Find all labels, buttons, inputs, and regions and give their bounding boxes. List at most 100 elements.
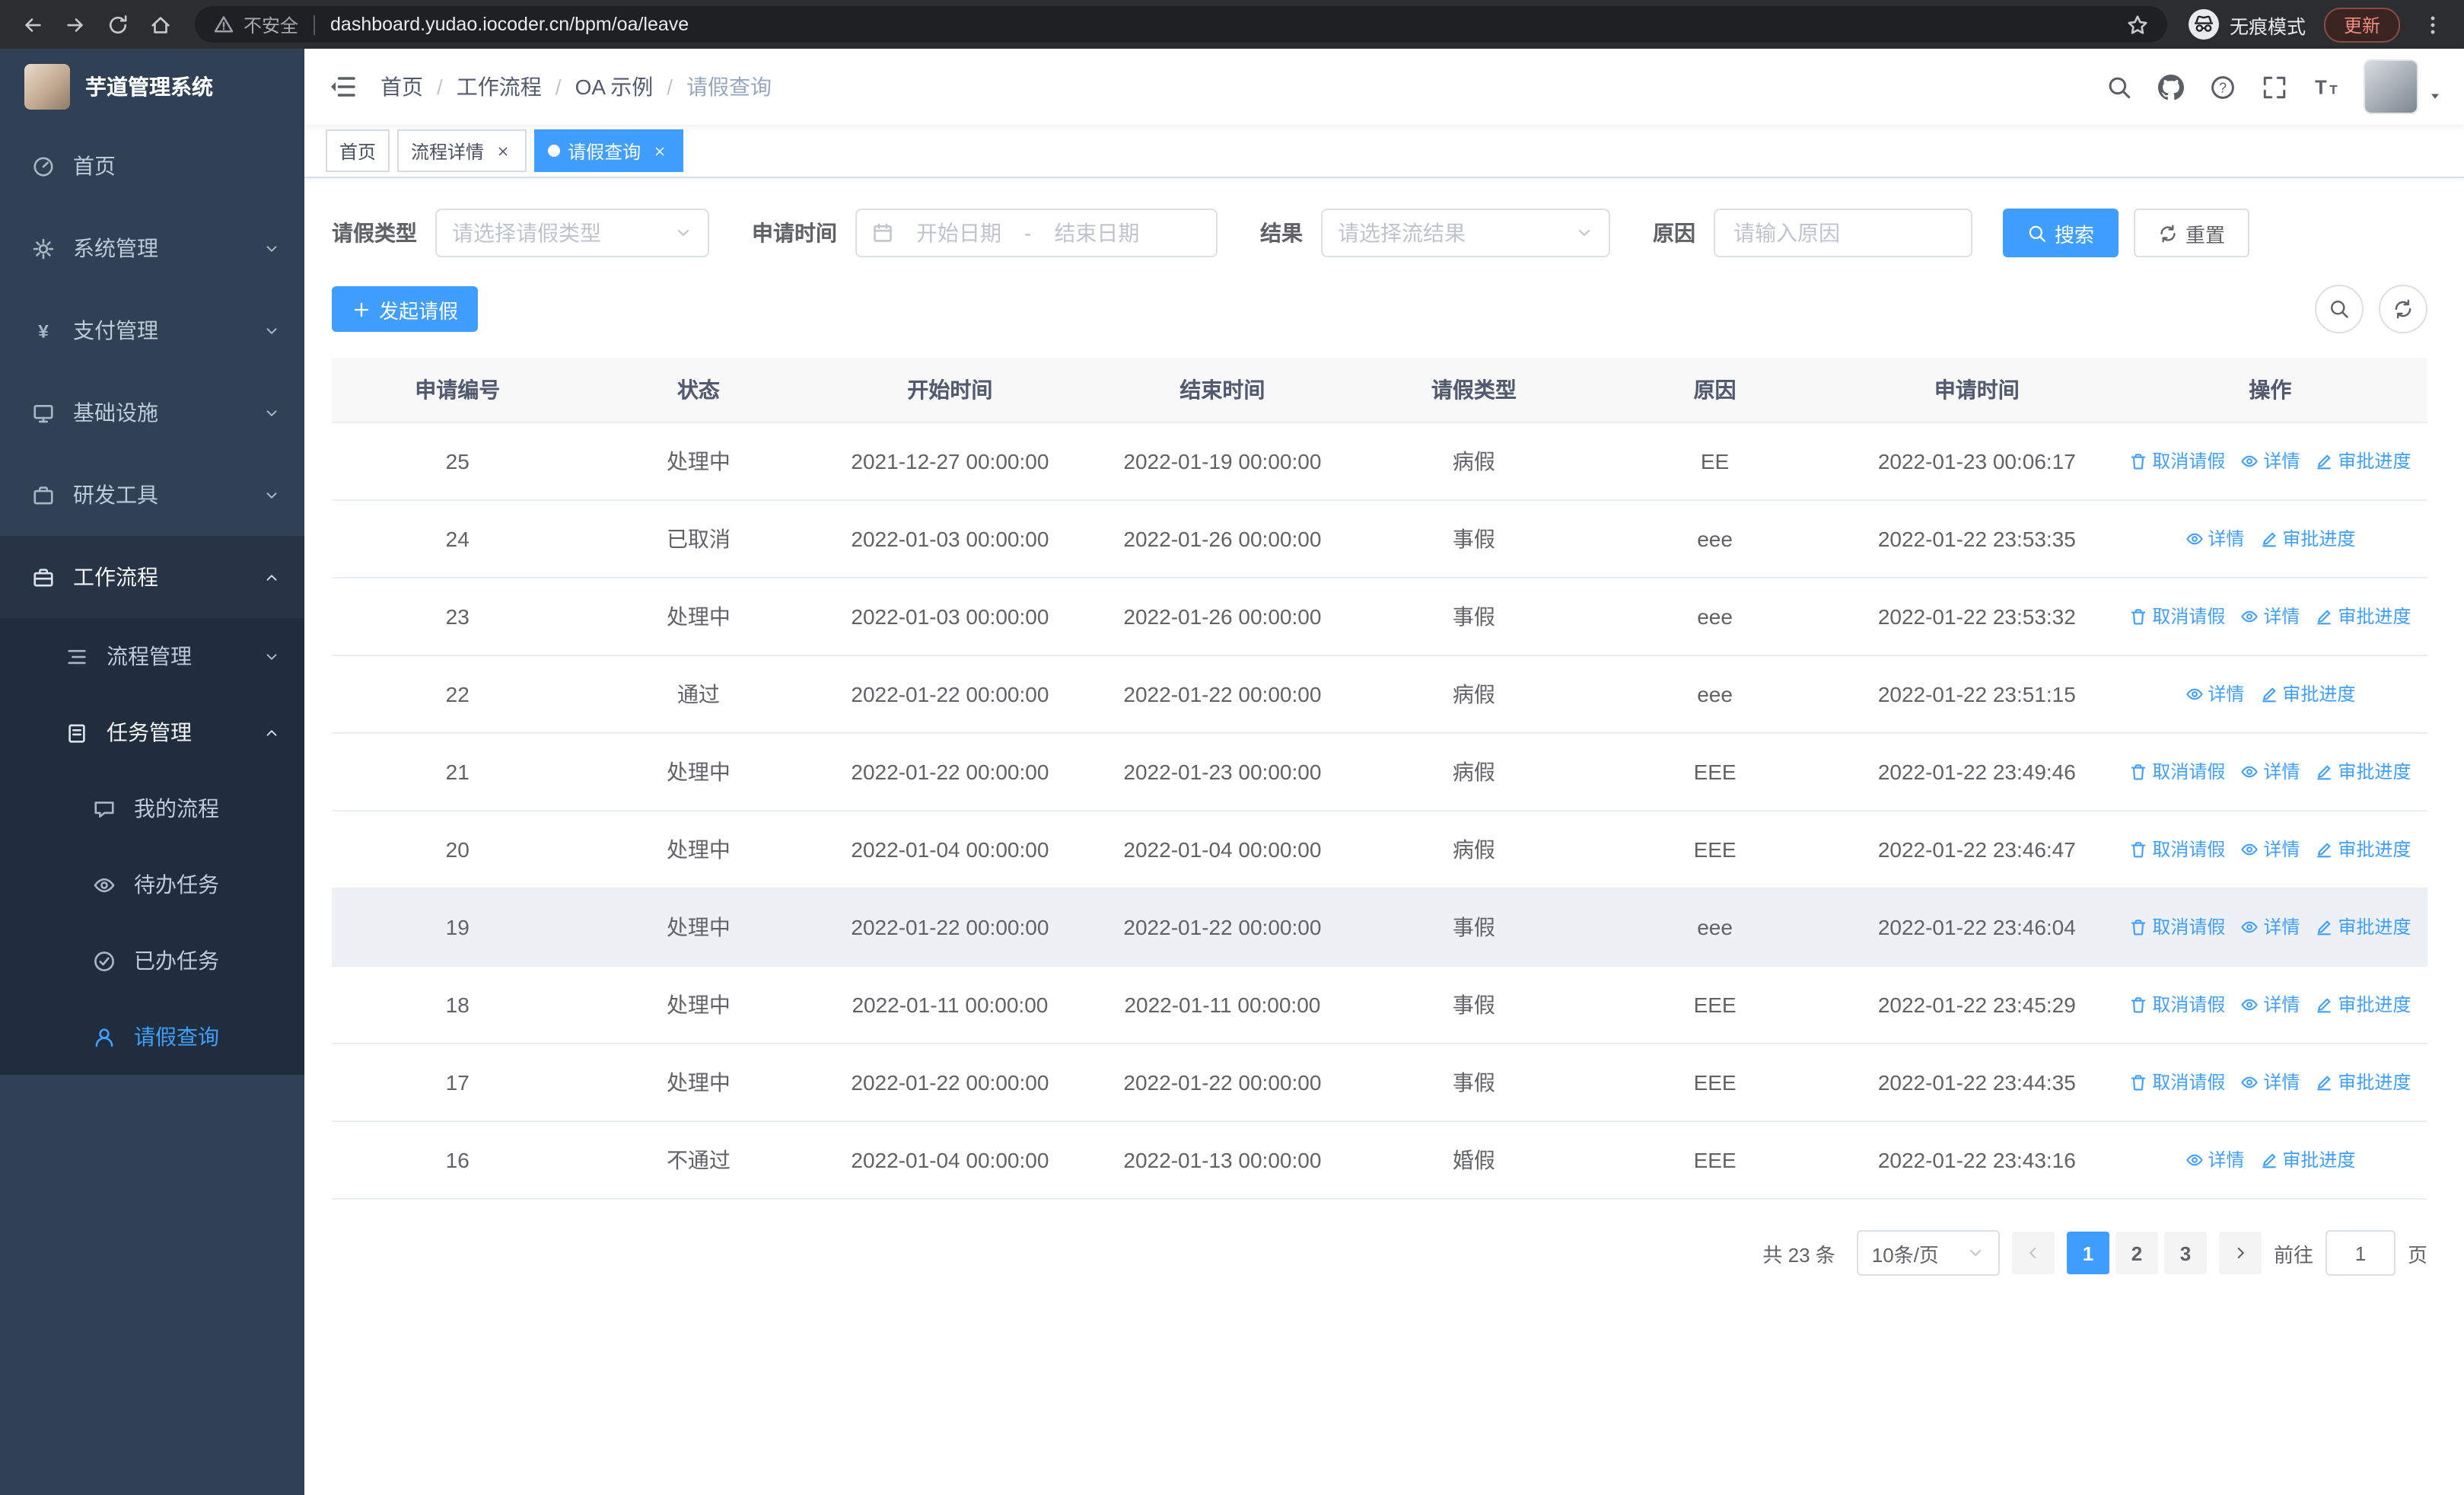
update-button[interactable]: 更新	[2323, 7, 2400, 42]
progress-action-link[interactable]: 审批进度	[2315, 448, 2411, 474]
progress-action-link[interactable]: 审批进度	[2259, 681, 2355, 707]
sidebar-item-done-tasks[interactable]: 已办任务	[0, 923, 304, 999]
user-menu[interactable]	[2364, 59, 2443, 114]
browser-menu-icon[interactable]	[2412, 5, 2452, 44]
table-row[interactable]: 24 已取消 2022-01-03 00:00:00 2022-01-26 00:00…	[332, 500, 2427, 579]
progress-action-link[interactable]: 审批进度	[2315, 759, 2411, 785]
search-button[interactable]: 搜索	[2003, 209, 2119, 257]
column-header[interactable]: 结束时间	[1086, 358, 1359, 423]
column-header[interactable]: 操作	[2112, 358, 2427, 423]
search-icon[interactable]	[2093, 61, 2144, 113]
column-header[interactable]: 申请时间	[1840, 358, 2113, 423]
detail-action-link[interactable]: 详情	[2240, 448, 2300, 474]
sidebar-item-my-process[interactable]: 我的流程	[0, 770, 304, 846]
cancel-action-link[interactable]: 取消请假	[2129, 448, 2225, 474]
table-row[interactable]: 16 不通过 2022-01-04 00:00:00 2022-01-13 00:00…	[332, 1121, 2427, 1200]
column-header[interactable]: 状态	[583, 358, 814, 423]
table-row[interactable]: 19 处理中 2022-01-22 00:00:00 2022-01-22 00:00…	[332, 888, 2427, 967]
cancel-action-link[interactable]: 取消请假	[2129, 992, 2225, 1018]
sidebar-item-system[interactable]: 系统管理	[0, 207, 304, 289]
create-leave-button[interactable]: 发起请假	[332, 286, 479, 332]
progress-action-link[interactable]: 审批进度	[2259, 1147, 2355, 1173]
breadcrumb-item[interactable]: 工作流程	[457, 72, 542, 102]
cancel-action-link[interactable]: 取消请假	[2129, 914, 2225, 940]
result-select[interactable]: 请选择流结果	[1321, 209, 1610, 257]
breadcrumb-item[interactable]: OA 示例	[575, 72, 654, 102]
table-row[interactable]: 23 处理中 2022-01-03 00:00:00 2022-01-26 00:00…	[332, 578, 2427, 656]
toggle-search-button[interactable]	[2315, 285, 2364, 333]
cancel-action-link[interactable]: 取消请假	[2129, 1069, 2225, 1095]
avatar[interactable]	[2364, 59, 2418, 114]
column-header[interactable]: 原因	[1589, 358, 1841, 423]
reload-icon[interactable]	[97, 5, 137, 44]
table-row[interactable]: 22 通过 2022-01-22 00:00:00 2022-01-22 00:00:…	[332, 655, 2427, 734]
tab-home[interactable]: 首页	[326, 129, 390, 172]
cancel-action-link[interactable]: 取消请假	[2129, 759, 2225, 785]
progress-action-link[interactable]: 审批进度	[2315, 992, 2411, 1018]
address-bar[interactable]: 不安全 dashboard.yudao.iocoder.cn/bpm/oa/le…	[195, 6, 2167, 43]
detail-action-link[interactable]: 详情	[2240, 759, 2300, 785]
sidebar-item-home[interactable]: 首页	[0, 125, 304, 207]
table-row[interactable]: 25 处理中 2021-12-27 00:00:00 2022-01-19 00:00…	[332, 422, 2427, 501]
tab-process-detail[interactable]: 流程详情	[397, 129, 527, 172]
apply-time-range-picker[interactable]: -	[855, 209, 1218, 257]
table-row[interactable]: 17 处理中 2022-01-22 00:00:00 2022-01-22 00:00…	[332, 1044, 2427, 1122]
sidebar-item-payment[interactable]: ¥ 支付管理	[0, 289, 304, 371]
detail-action-link[interactable]: 详情	[2240, 837, 2300, 862]
progress-action-link[interactable]: 审批进度	[2315, 914, 2411, 940]
refresh-table-button[interactable]	[2379, 285, 2427, 333]
detail-action-link[interactable]: 详情	[2185, 526, 2244, 552]
hamburger-icon[interactable]	[304, 72, 380, 102]
fullscreen-icon[interactable]	[2248, 61, 2300, 113]
progress-action-link[interactable]: 审批进度	[2315, 837, 2411, 862]
fontsize-icon[interactable]: TT	[2300, 61, 2351, 113]
prev-page-button[interactable]	[2011, 1232, 2055, 1274]
detail-action-link[interactable]: 详情	[2240, 604, 2300, 630]
help-icon[interactable]: ?	[2196, 61, 2248, 113]
end-date-input[interactable]	[1037, 219, 1157, 247]
detail-action-link[interactable]: 详情	[2185, 1147, 2244, 1173]
breadcrumb-item[interactable]: 首页	[380, 72, 423, 102]
forward-icon[interactable]	[55, 5, 94, 44]
page-1-button[interactable]: 1	[2066, 1232, 2109, 1274]
detail-action-link[interactable]: 详情	[2240, 992, 2300, 1018]
table-row[interactable]: 18 处理中 2022-01-11 00:00:00 2022-01-11 00:00…	[332, 966, 2427, 1044]
detail-action-link[interactable]: 详情	[2185, 681, 2244, 707]
column-header[interactable]: 开始时间	[813, 358, 1087, 423]
close-icon[interactable]	[648, 140, 670, 161]
column-header[interactable]: 申请编号	[332, 358, 584, 423]
cancel-action-link[interactable]: 取消请假	[2129, 837, 2225, 862]
tab-leave-query[interactable]: 请假查询	[534, 129, 684, 172]
progress-action-link[interactable]: 审批进度	[2315, 1069, 2411, 1095]
github-icon[interactable]	[2144, 61, 2196, 113]
progress-action-link[interactable]: 审批进度	[2259, 526, 2355, 552]
page-size-select[interactable]: 10条/页	[1856, 1230, 2000, 1276]
detail-action-link[interactable]: 详情	[2240, 914, 2300, 940]
start-date-input[interactable]	[899, 219, 1018, 247]
sidebar-item-workflow[interactable]: 工作流程	[0, 536, 304, 618]
sidebar-item-infrastructure[interactable]: 基础设施	[0, 371, 304, 454]
detail-action-link[interactable]: 详情	[2240, 1069, 2300, 1095]
sidebar-item-dev-tools[interactable]: 研发工具	[0, 454, 304, 536]
leave-type-select[interactable]: 请选择请假类型	[435, 209, 709, 257]
cell-start-time: 2022-01-03 00:00:00	[813, 578, 1087, 656]
goto-page-input[interactable]	[2325, 1230, 2396, 1276]
column-header[interactable]: 请假类型	[1358, 358, 1590, 423]
home-icon[interactable]	[140, 5, 180, 44]
close-icon[interactable]	[492, 140, 513, 161]
sidebar-item-leave-query[interactable]: 请假查询	[0, 999, 304, 1075]
bookmark-star-icon[interactable]	[2126, 13, 2149, 36]
table-row[interactable]: 20 处理中 2022-01-04 00:00:00 2022-01-04 00:00…	[332, 811, 2427, 889]
sidebar-item-todo-tasks[interactable]: 待办任务	[0, 846, 304, 923]
page-2-button[interactable]: 2	[2115, 1232, 2158, 1274]
page-3-button[interactable]: 3	[2163, 1232, 2207, 1274]
reset-button[interactable]: 重置	[2134, 209, 2250, 257]
sidebar-item-process-management[interactable]: 流程管理	[0, 618, 304, 694]
back-icon[interactable]	[12, 5, 52, 44]
progress-action-link[interactable]: 审批进度	[2315, 604, 2411, 630]
cancel-action-link[interactable]: 取消请假	[2129, 604, 2225, 630]
table-row[interactable]: 21 处理中 2022-01-22 00:00:00 2022-01-23 00:00…	[332, 733, 2427, 811]
next-page-button[interactable]	[2218, 1232, 2262, 1274]
reason-input[interactable]	[1714, 209, 1972, 257]
sidebar-item-task-management[interactable]: 任务管理	[0, 694, 304, 770]
